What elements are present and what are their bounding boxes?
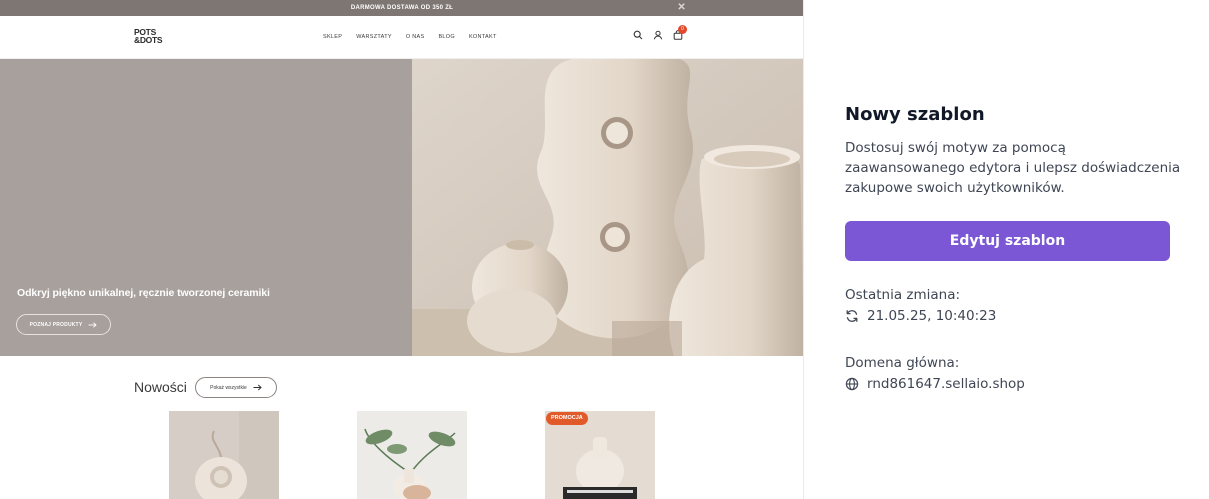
show-all-label: Pokaż wszystkie bbox=[210, 384, 247, 391]
menu-item-blog[interactable]: BLOG bbox=[438, 34, 454, 40]
promo-bar: DARMOWA DOSTAWA OD 350 ZŁ ✕ bbox=[0, 0, 803, 16]
hero-cta-label: POZNAJ PRODUKTY bbox=[29, 321, 83, 328]
panel-title: Nowy szablon bbox=[845, 104, 985, 125]
menu-item-contact[interactable]: KONTAKT bbox=[469, 34, 497, 40]
screen: DARMOWA DOSTAWA OD 350 ZŁ ✕ POTS &DOTS S… bbox=[0, 0, 1209, 499]
search-icon[interactable] bbox=[633, 30, 643, 40]
domain-label: Domena główna: bbox=[845, 355, 960, 371]
store-menu: SKLEP WARSZTATY O NAS BLOG KONTAKT bbox=[323, 34, 497, 40]
store-logo[interactable]: POTS &DOTS bbox=[134, 28, 174, 45]
store-preview: DARMOWA DOSTAWA OD 350 ZŁ ✕ POTS &DOTS S… bbox=[0, 0, 804, 499]
menu-item-shop[interactable]: SKLEP bbox=[323, 34, 342, 40]
last-change-label: Ostatnia zmiana: bbox=[845, 287, 961, 303]
promo-text: DARMOWA DOSTAWA OD 350 ZŁ bbox=[350, 5, 454, 11]
last-change-value: 21.05.25, 10:40:23 bbox=[867, 308, 997, 324]
hero-cta-button[interactable]: POZNAJ PRODUKTY bbox=[16, 314, 111, 335]
product-card-2[interactable] bbox=[357, 411, 467, 499]
cart-count-badge: 0 bbox=[678, 25, 687, 34]
hero-image bbox=[412, 59, 803, 356]
header-icons: 0 bbox=[633, 25, 687, 40]
domain-row: rnd861647.sellaio.shop bbox=[845, 376, 1025, 392]
arrow-right-icon bbox=[253, 384, 262, 391]
last-change-row: 21.05.25, 10:40:23 bbox=[845, 308, 996, 324]
arrow-right-icon bbox=[88, 321, 98, 328]
product-card-1[interactable] bbox=[169, 411, 279, 499]
new-products-title: Nowości bbox=[134, 379, 187, 395]
promo-badge: PROMOCJA bbox=[546, 412, 588, 425]
hero-banner bbox=[0, 59, 412, 356]
store-header: POTS &DOTS SKLEP WARSZTATY O NAS BLOG KO… bbox=[0, 16, 803, 59]
user-icon[interactable] bbox=[653, 30, 663, 40]
domain-value[interactable]: rnd861647.sellaio.shop bbox=[867, 376, 1025, 392]
edit-template-button[interactable]: Edytuj szablon bbox=[845, 221, 1170, 261]
hero-headline: Odkryj piękno unikalnej, ręcznie tworzon… bbox=[17, 287, 270, 299]
template-panel: Nowy szablon Dostosuj swój motyw za pomo… bbox=[805, 0, 1209, 499]
menu-item-about[interactable]: O NAS bbox=[406, 34, 425, 40]
cart-button[interactable]: 0 bbox=[673, 25, 687, 40]
menu-item-workshops[interactable]: WARSZTATY bbox=[356, 34, 392, 40]
show-all-button[interactable]: Pokaż wszystkie bbox=[195, 377, 277, 398]
refresh-icon bbox=[845, 309, 859, 323]
close-icon[interactable]: ✕ bbox=[677, 0, 686, 15]
globe-icon bbox=[845, 377, 859, 391]
panel-description: Dostosuj swój motyw za pomocą zaawansowa… bbox=[845, 140, 1181, 196]
